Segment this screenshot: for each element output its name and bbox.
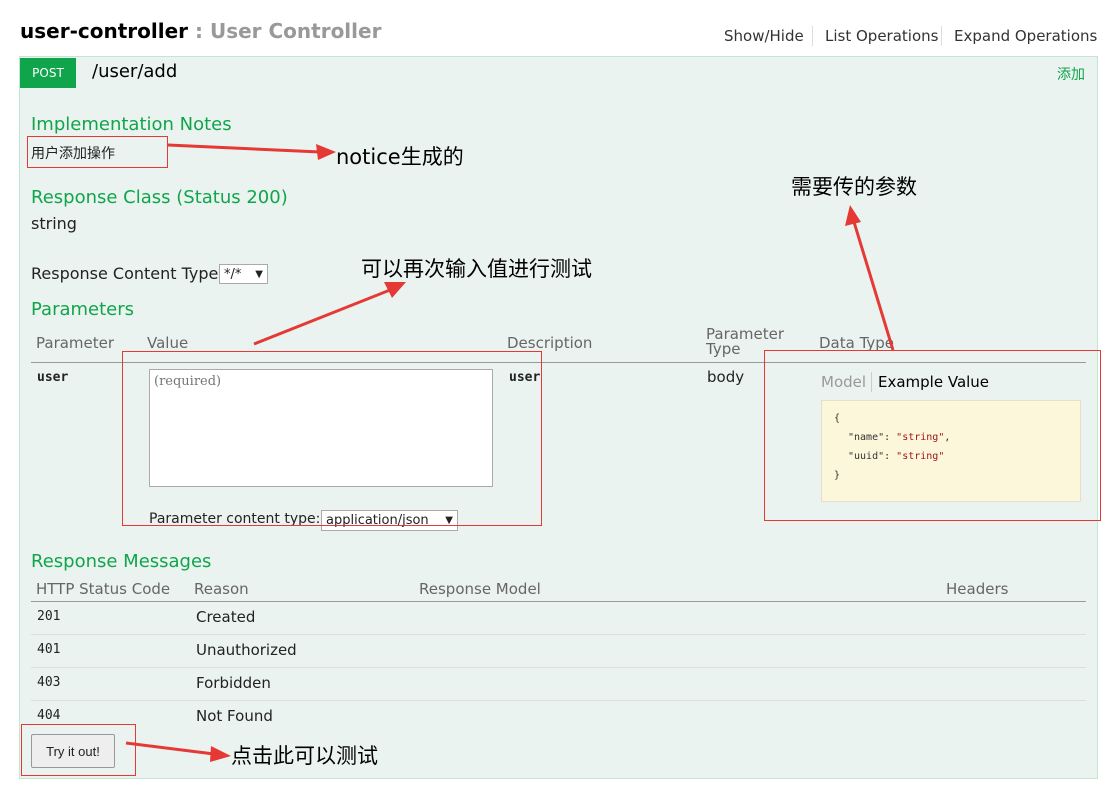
- annotation-click-test: 点击此可以测试: [231, 744, 378, 768]
- arrow-line-try: [125, 741, 215, 756]
- arrow-head-notice: [316, 144, 336, 160]
- annotation-arrows: [125, 143, 895, 762]
- annotation-params-needed: 需要传的参数: [791, 175, 917, 199]
- arrow-line-retest: [253, 288, 391, 346]
- arrow-head-try: [210, 746, 231, 762]
- arrow-line-notice: [167, 143, 321, 154]
- annotation-retest: 可以再次输入值进行测试: [361, 257, 592, 281]
- arrow-line-params: [852, 221, 895, 351]
- arrow-head-params: [845, 205, 861, 226]
- annotation-notice: notice生成的: [336, 145, 464, 169]
